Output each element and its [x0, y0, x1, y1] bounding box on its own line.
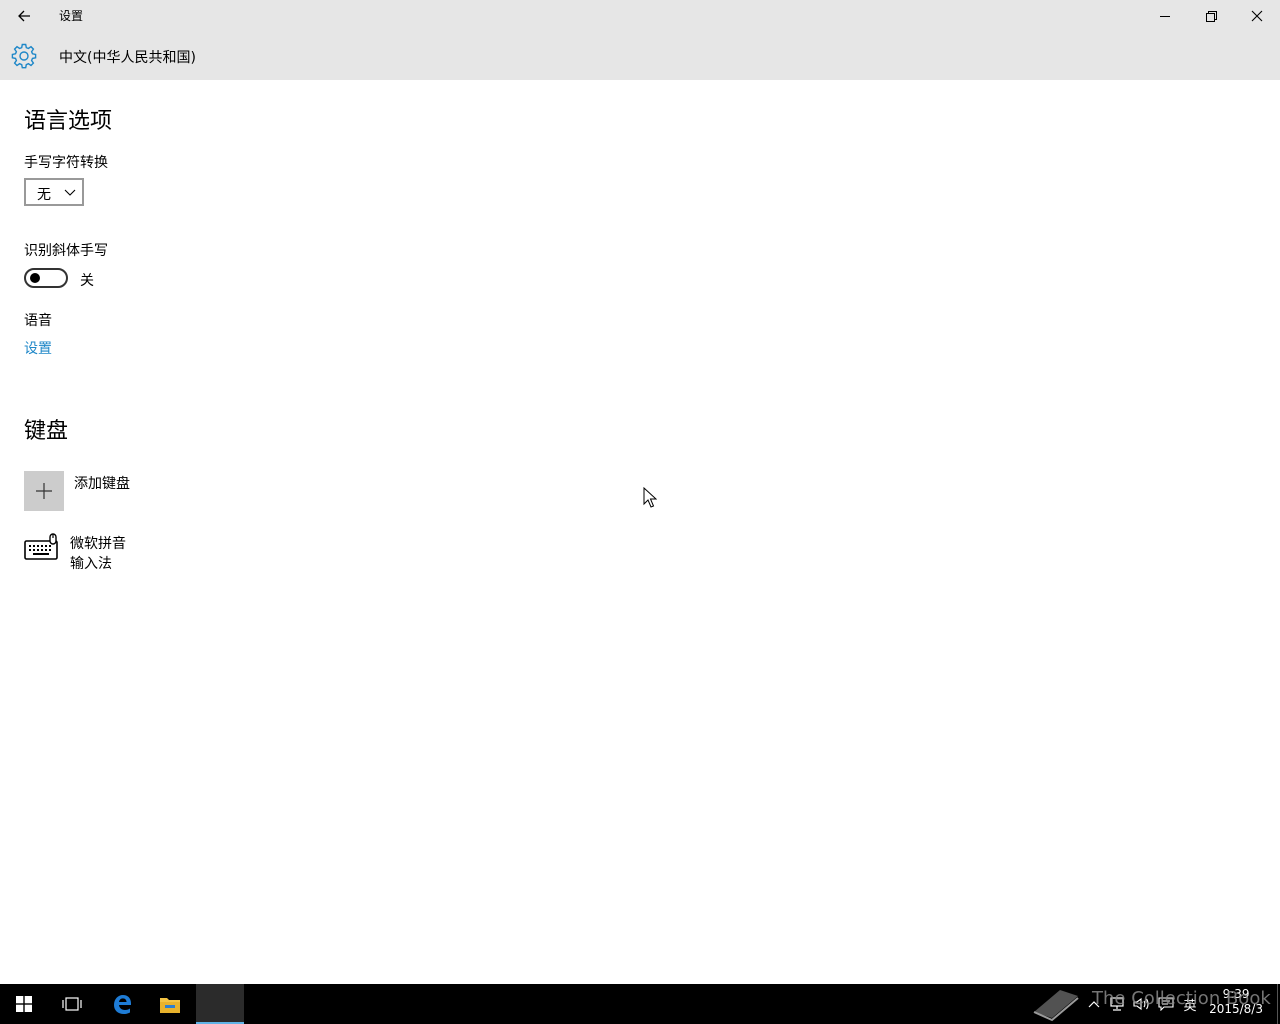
show-desktop-button[interactable] — [1277, 984, 1278, 1024]
handwriting-conversion-dropdown[interactable]: 无 — [24, 178, 84, 206]
add-keyboard-button[interactable] — [24, 471, 64, 511]
settings-taskbar-button[interactable] — [196, 984, 244, 1024]
dropdown-value: 无 — [37, 187, 51, 203]
page-title: 中文(中华人民共和国) — [59, 50, 196, 66]
windows-start-icon — [16, 996, 32, 1012]
back-button[interactable] — [8, 4, 40, 28]
restore-icon — [1205, 10, 1217, 22]
speech-label: 语音 — [24, 313, 52, 329]
task-view-button[interactable] — [48, 984, 96, 1024]
edge-icon — [114, 995, 131, 1014]
keyboard-heading: 键盘 — [24, 419, 69, 444]
toggle-state-label: 关 — [80, 273, 94, 289]
handwriting-conversion-label: 手写字符转换 — [24, 155, 108, 171]
toggle-knob — [30, 273, 40, 283]
language-options-heading: 语言选项 — [24, 109, 113, 134]
minimize-icon — [1160, 16, 1170, 17]
minimize-button[interactable] — [1142, 0, 1188, 32]
keyboard-icon[interactable] — [24, 532, 60, 562]
taskbar: 英 9:39 2015/8/3 — [0, 984, 1280, 1024]
italic-handwriting-toggle[interactable] — [24, 268, 68, 288]
task-view-icon — [62, 997, 82, 1011]
plus-icon — [36, 483, 52, 499]
add-keyboard-label[interactable]: 添加键盘 — [74, 473, 130, 493]
italic-handwriting-label: 识别斜体手写 — [24, 243, 108, 259]
restore-button[interactable] — [1188, 0, 1234, 32]
start-button[interactable] — [0, 984, 48, 1024]
mouse-cursor-icon — [643, 487, 657, 508]
window-title: 设置 — [59, 9, 84, 23]
title-bar: 设置 — [0, 0, 1280, 32]
file-explorer-icon — [160, 998, 180, 1013]
book-watermark-icon — [1033, 990, 1079, 1022]
back-arrow-icon — [18, 10, 30, 22]
keyboard-item-name[interactable]: 微软拼音 — [70, 533, 126, 553]
chevron-down-icon — [64, 189, 76, 196]
keyboard-item-subname[interactable]: 输入法 — [70, 553, 112, 573]
page-header: 中文(中华人民共和国) — [0, 32, 1280, 80]
edge-button[interactable] — [98, 984, 146, 1024]
watermark-text: The Collection Book — [1092, 988, 1271, 1009]
gear-icon — [11, 43, 37, 69]
close-icon — [1251, 10, 1263, 22]
speech-settings-link[interactable]: 设置 — [24, 338, 52, 358]
close-button[interactable] — [1234, 0, 1280, 32]
file-explorer-button[interactable] — [146, 984, 194, 1024]
